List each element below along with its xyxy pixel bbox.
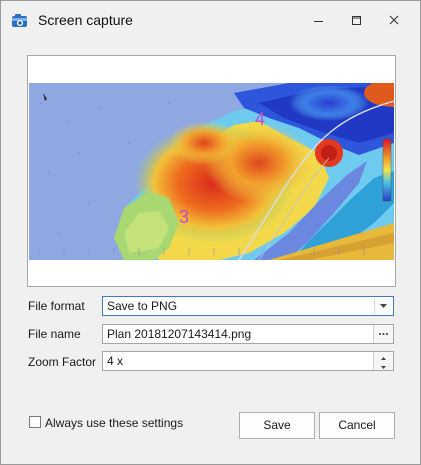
minimize-button[interactable] (303, 9, 333, 33)
window-title: Screen capture (38, 12, 133, 28)
zoom-factor-value: 4 x (107, 354, 124, 368)
zone-label-3: 3 (179, 207, 189, 227)
screen-capture-dialog: Screen capture 3 4 File format Save to P… (0, 0, 421, 465)
file-format-value: Save to PNG (107, 299, 178, 313)
cancel-button[interactable]: Cancel (319, 412, 395, 439)
close-button[interactable] (379, 9, 409, 33)
close-icon (389, 15, 399, 25)
file-name-input[interactable]: Plan 20181207143414.png (102, 324, 394, 344)
map-preview-image: 3 4 (29, 83, 394, 260)
file-format-label: File format (28, 299, 85, 313)
zoom-factor-label: Zoom Factor (28, 355, 97, 369)
zone-label-4: 4 (255, 109, 265, 129)
title-bar: Screen capture (1, 1, 420, 39)
chevron-down-icon (381, 366, 386, 369)
maximize-button[interactable] (341, 9, 371, 33)
ellipsis-icon (379, 333, 388, 335)
browse-button[interactable] (373, 325, 393, 343)
zoom-increase-button[interactable] (373, 352, 393, 361)
zoom-factor-spinner[interactable]: 4 x (102, 351, 394, 371)
camera-app-icon (12, 14, 27, 27)
file-name-value: Plan 20181207143414.png (107, 327, 252, 341)
always-use-settings-label[interactable]: Always use these settings (45, 416, 183, 430)
chevron-down-icon (380, 304, 387, 308)
zoom-decrease-button[interactable] (373, 361, 393, 370)
maximize-icon (352, 16, 361, 25)
capture-preview: 3 4 (27, 55, 396, 287)
save-button[interactable]: Save (239, 412, 315, 439)
minimize-icon (314, 21, 323, 22)
file-name-label: File name (28, 327, 81, 341)
file-format-dropdown-button[interactable] (374, 298, 392, 314)
always-use-settings-checkbox[interactable] (29, 416, 41, 428)
file-format-select[interactable]: Save to PNG (102, 296, 394, 316)
